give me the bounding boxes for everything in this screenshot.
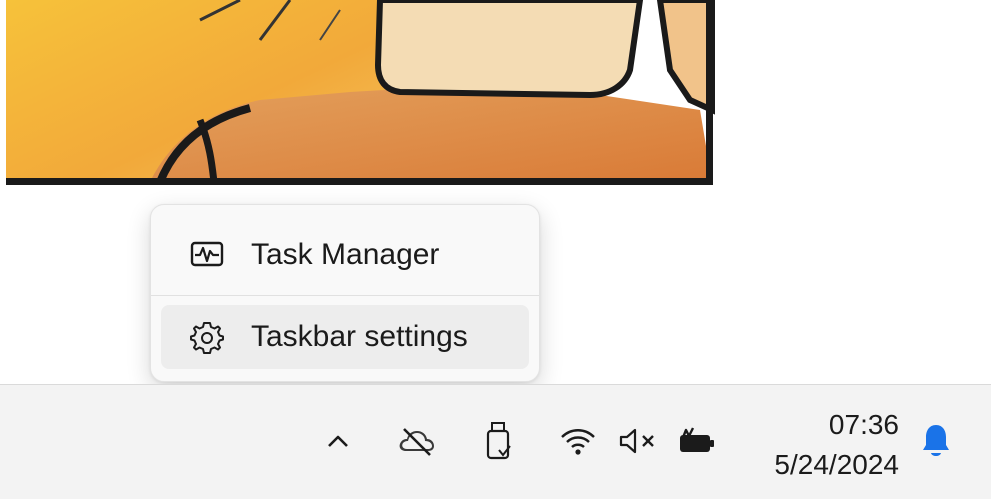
taskbar-clock[interactable]: 07:36 5/24/2024 bbox=[774, 405, 899, 485]
menu-item-label: Taskbar settings bbox=[251, 320, 468, 353]
menu-separator bbox=[151, 295, 539, 296]
clock-time: 07:36 bbox=[828, 409, 899, 440]
volume-muted-icon[interactable] bbox=[614, 415, 664, 467]
menu-item-task-manager[interactable]: Task Manager bbox=[161, 223, 529, 287]
chevron-up-icon[interactable] bbox=[320, 415, 356, 467]
usb-drive-icon[interactable] bbox=[478, 415, 518, 467]
battery-charging-icon[interactable] bbox=[674, 415, 720, 467]
desktop-wallpaper-image bbox=[0, 0, 718, 190]
onedrive-cloud-icon[interactable] bbox=[392, 415, 440, 467]
menu-item-taskbar-settings[interactable]: Taskbar settings bbox=[161, 305, 529, 369]
menu-item-label: Task Manager bbox=[251, 238, 440, 271]
taskbar: 07:36 5/24/2024 bbox=[0, 384, 991, 499]
taskbar-context-menu: Task Manager Taskbar settings bbox=[150, 204, 540, 382]
task-manager-icon bbox=[187, 235, 227, 275]
bell-icon[interactable] bbox=[914, 415, 958, 467]
wifi-icon[interactable] bbox=[556, 415, 600, 467]
gear-icon bbox=[187, 317, 227, 357]
clock-date: 5/24/2024 bbox=[774, 449, 899, 480]
